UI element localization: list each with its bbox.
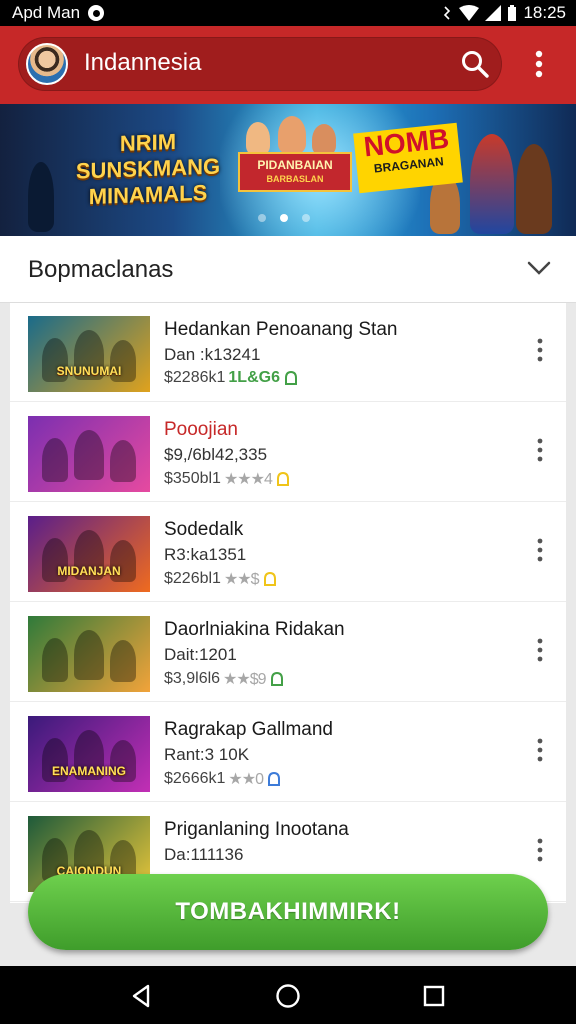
game-price: $350bl1 xyxy=(164,470,221,487)
game-title[interactable]: Pooojian xyxy=(164,419,238,441)
section-title: Bopmaclanas xyxy=(28,256,174,283)
game-thumbnail[interactable] xyxy=(28,416,150,492)
status-bar: Apd Man 18:25 xyxy=(0,0,576,26)
list-item[interactable]: SNUNUMAI Hedankan Penoanang Stan Dan :k132… xyxy=(10,303,566,402)
hero-figure xyxy=(278,116,306,154)
home-icon[interactable] xyxy=(274,982,302,1010)
game-thumbnail[interactable] xyxy=(28,616,150,692)
game-price: $2286k1 xyxy=(164,369,226,386)
game-thumbnail[interactable]: MIDANJAN xyxy=(28,516,150,592)
banner-middle-title: PIDANBAIAN xyxy=(257,158,333,172)
game-title[interactable]: Priganlaning Inootana xyxy=(164,819,349,841)
game-title[interactable]: Ragrakap Gallmand xyxy=(164,719,333,741)
badge-icon xyxy=(267,771,280,786)
vibrate-icon xyxy=(444,6,451,20)
thumbnail-caption: MIDANJAN xyxy=(57,564,121,578)
badge-icon xyxy=(276,471,289,486)
section-header[interactable]: Bopmaclanas xyxy=(0,236,576,303)
badge-icon xyxy=(263,571,276,586)
banner-left-main: SUNSKMANG MINAMALS xyxy=(75,153,221,210)
thumbnail-figure xyxy=(74,430,104,480)
game-title[interactable]: Hedankan Penoanang Stan xyxy=(164,319,397,341)
game-rating: ★★$9 xyxy=(223,671,266,688)
more-vert-icon[interactable] xyxy=(530,837,550,863)
game-rating: ★★0 xyxy=(228,771,264,788)
thumbnail-figure xyxy=(74,630,104,680)
thumbnail-caption: SNUNUMAI xyxy=(56,364,122,378)
avatar[interactable] xyxy=(26,43,68,85)
game-title[interactable]: Daorlniakina Ridakan xyxy=(164,619,345,641)
search-bar[interactable]: Indannesia xyxy=(18,37,502,91)
hero-figure xyxy=(516,144,552,234)
chevron-down-icon[interactable] xyxy=(526,258,552,278)
app-title: Indannesia xyxy=(84,49,202,76)
list-item[interactable]: Pooojian $9,/6bl42,335 $350bl1 ★★★4 xyxy=(10,403,566,502)
banner-middle-badge: PIDANBAIAN BARBASLAN xyxy=(238,152,352,192)
game-thumbnail[interactable]: ENAMANING xyxy=(28,716,150,792)
thumbnail-caption: ENAMANING xyxy=(52,764,126,778)
thumbnail-figure xyxy=(110,640,136,682)
more-vert-icon[interactable] xyxy=(526,46,552,82)
thumbnail-figure xyxy=(42,438,68,482)
game-rating: ★★★4 xyxy=(223,471,273,488)
app-bar: Indannesia xyxy=(0,26,576,104)
game-price: $226bl1 xyxy=(164,570,221,587)
game-meta: $350bl1 ★★★4 xyxy=(164,469,291,489)
game-subtitle: R3:ka1351 xyxy=(164,545,247,564)
list-item[interactable]: ENAMANING Ragrakap Gallmand Rant:3 10K $266… xyxy=(10,703,566,802)
notification-dot-icon xyxy=(88,5,105,21)
game-subtitle: Da:111136 xyxy=(164,845,244,864)
banner-middle-sub: BARBASLAN xyxy=(266,174,324,184)
game-list: SNUNUMAI Hedankan Penoanang Stan Dan :k132… xyxy=(10,303,566,903)
promo-banner[interactable]: NRIM SUNSKMANG MINAMALS PIDANBAIAN BARBA… xyxy=(0,104,576,236)
carousel-dot[interactable] xyxy=(302,214,310,222)
game-rating: ★★$ xyxy=(223,571,260,588)
carousel-dot[interactable] xyxy=(258,214,266,222)
game-title[interactable]: Sodedalk xyxy=(164,519,243,541)
system-nav-bar xyxy=(0,966,576,1024)
game-thumbnail[interactable]: SNUNUMAI xyxy=(28,316,150,392)
thumbnail-figure xyxy=(110,440,136,482)
cta-button[interactable]: TOMBAKHIMMIRK! xyxy=(28,874,548,950)
game-meta: $2666k1 ★★0 xyxy=(164,769,282,789)
game-meta: $2286k1 1L&G6 xyxy=(164,369,299,387)
game-subtitle: Dait:1201 xyxy=(164,645,237,664)
carousel-dot-active[interactable] xyxy=(280,214,288,222)
game-price: $2666k1 xyxy=(164,770,226,787)
more-vert-icon[interactable] xyxy=(530,337,550,363)
hero-silhouette xyxy=(28,162,54,232)
carrier-label: Apd Man xyxy=(12,3,81,22)
banner-left-title: NRIM SUNSKMANG MINAMALS xyxy=(68,127,228,211)
more-vert-icon[interactable] xyxy=(530,437,550,463)
game-subtitle: Dan :k13241 xyxy=(164,345,261,364)
back-icon[interactable] xyxy=(128,982,156,1010)
more-vert-icon[interactable] xyxy=(530,637,550,663)
banner-right-badge: NOMB BRAGANAN xyxy=(353,123,463,194)
badge-icon xyxy=(284,370,297,385)
hero-figure xyxy=(246,122,270,156)
list-item[interactable]: Daorlniakina Ridakan Dait:1201 $3,9l6l6 ★★$… xyxy=(10,603,566,702)
signal-icon xyxy=(485,5,502,21)
more-vert-icon[interactable] xyxy=(530,537,550,563)
thumbnail-figure xyxy=(42,638,68,682)
list-item[interactable]: MIDANJAN Sodedalk R3:ka1351 $226bl1 ★★$ xyxy=(10,503,566,602)
battery-icon xyxy=(508,4,517,21)
recents-icon[interactable] xyxy=(420,982,448,1010)
game-subtitle: Rant:3 10K xyxy=(164,745,250,764)
game-subtitle: $9,/6bl42,335 xyxy=(164,445,268,464)
game-meta: $226bl1 ★★$ xyxy=(164,569,278,589)
badge-icon xyxy=(270,671,283,686)
search-icon[interactable] xyxy=(460,49,490,79)
hero-figure xyxy=(470,134,514,234)
game-meta: $3,9l6l6 ★★$9 xyxy=(164,669,285,689)
more-vert-icon[interactable] xyxy=(530,737,550,763)
game-rating: 1L&G6 xyxy=(228,369,280,386)
carousel-dots[interactable] xyxy=(258,214,310,222)
game-price: $3,9l6l6 xyxy=(164,670,221,687)
wifi-icon xyxy=(459,5,480,21)
clock-time: 18:25 xyxy=(523,3,566,22)
